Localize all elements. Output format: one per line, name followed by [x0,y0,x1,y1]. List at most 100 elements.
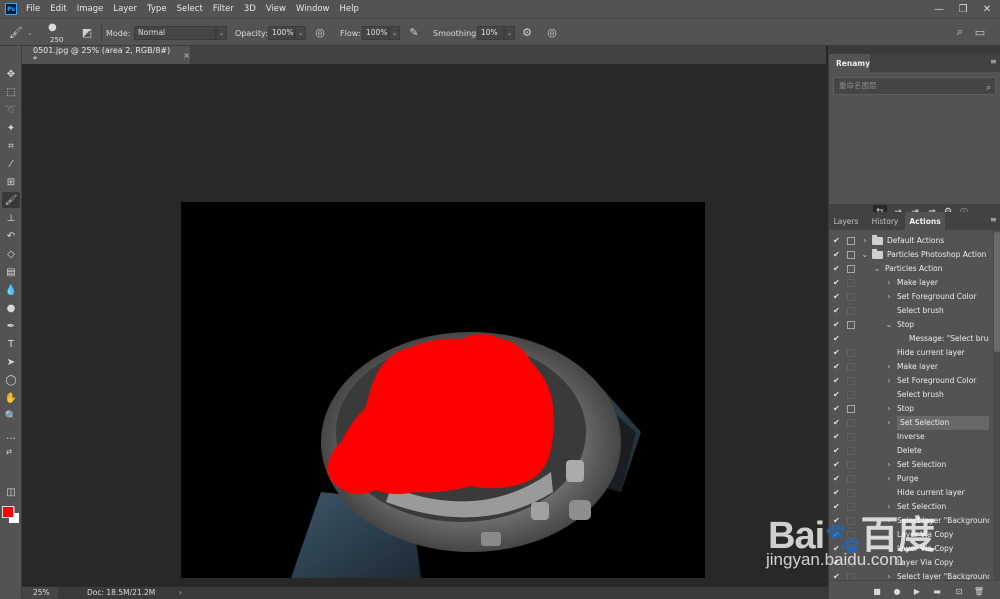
healing-brush-tool-icon[interactable]: ⊞ [2,174,20,190]
brush-tool-icon[interactable]: 🖌 [9,25,23,39]
toggle-item-checkmark-icon[interactable]: ✔ [833,530,841,540]
eraser-tool-icon[interactable]: ◇ [2,246,20,262]
action-row[interactable]: ✔ › Set Selection [829,416,1000,430]
zoom-tool-icon[interactable]: 🔍 [2,408,20,424]
photoshop-logo-icon[interactable]: Ps [5,3,17,15]
toggle-item-checkmark-icon[interactable]: ✔ [833,236,841,246]
toggle-dialog-icon[interactable] [847,433,855,441]
quick-mask-icon[interactable]: ◫ [2,484,20,500]
foreground-color-swatch[interactable] [2,506,14,518]
expand-arrow-icon[interactable]: › [885,515,893,527]
action-row[interactable]: ✔ › Stop [829,402,1000,416]
toggle-dialog-icon[interactable] [847,545,855,553]
toggle-dialog-icon[interactable] [847,363,855,371]
magic-wand-tool-icon[interactable]: ✦ [2,120,20,136]
scrollbar-thumb[interactable] [994,232,1000,352]
minimize-icon[interactable]: — [926,0,952,18]
play-icon[interactable]: ▶ [911,585,923,597]
tab-actions[interactable]: Actions [905,212,945,230]
toggle-dialog-icon[interactable] [847,321,855,329]
workspace-icon[interactable]: ▭ [973,25,987,39]
pressure-opacity-icon[interactable]: ◎ [313,25,327,39]
expand-arrow-icon[interactable]: › [885,403,893,415]
toggle-item-checkmark-icon[interactable]: ✔ [833,502,841,512]
new-action-icon[interactable]: ⊡ [953,585,965,597]
path-selection-tool-icon[interactable]: ➤ [2,354,20,370]
toggle-item-checkmark-icon[interactable]: ✔ [833,264,841,274]
toggle-dialog-icon[interactable] [847,349,855,357]
smoothing-chevron-icon[interactable]: ⌄ [504,26,515,40]
toggle-dialog-icon[interactable] [847,307,855,315]
panel-menu-icon[interactable]: ≡ [990,216,998,225]
new-set-folder-icon[interactable]: ▬ [931,585,943,597]
record-icon[interactable]: ● [891,585,903,597]
toggle-item-checkmark-icon[interactable]: ✔ [833,320,841,330]
search-icon[interactable]: ⌕ [986,80,991,96]
renamy-tab[interactable]: Renamy [829,54,871,72]
toggle-item-checkmark-icon[interactable]: ✔ [833,362,841,372]
restore-icon[interactable]: ❐ [950,0,976,18]
toggle-item-checkmark-icon[interactable]: ✔ [833,306,841,316]
zoom-level-field[interactable]: 25% [22,587,58,599]
flow-chevron-icon[interactable]: ⌄ [389,26,400,40]
action-row[interactable]: ✔ › Set Foreground Color [829,290,1000,304]
action-set-row[interactable]: ✔ ⌄ Particles Photoshop Action [829,248,1000,262]
action-row[interactable]: ✔ Message: "Select brush... [829,332,1000,346]
action-row[interactable]: ✔ Hide current layer [829,346,1000,360]
toggle-item-checkmark-icon[interactable]: ✔ [833,278,841,288]
expand-arrow-icon[interactable]: › [885,417,893,429]
toggle-item-checkmark-icon[interactable]: ✔ [833,390,841,400]
brush-settings-icon[interactable]: ◩ [80,25,94,39]
toggle-dialog-icon[interactable] [847,503,855,511]
action-set-row[interactable]: ✔ › Default Actions [829,234,1000,248]
toggle-item-checkmark-icon[interactable]: ✔ [833,544,841,554]
expand-arrow-icon[interactable]: › [885,361,893,373]
hand-tool-icon[interactable]: ✋ [2,390,20,406]
toggle-item-checkmark-icon[interactable]: ✔ [833,488,841,498]
panel-menu-icon[interactable]: ≡ [990,58,998,67]
toggle-dialog-icon[interactable] [847,475,855,483]
toggle-dialog-icon[interactable] [847,265,855,273]
toggle-item-checkmark-icon[interactable]: ✔ [833,432,841,442]
default-colors-icon[interactable]: ⇄ [0,444,18,460]
toggle-item-checkmark-icon[interactable]: ✔ [833,292,841,302]
tab-history[interactable]: History [865,212,905,230]
close-tab-icon[interactable]: × [183,51,190,60]
brush-preset-chevron-icon[interactable]: ⌄ [27,19,33,47]
menu-view[interactable]: View [266,4,286,14]
actions-scrollbar[interactable] [993,230,1000,580]
action-row[interactable]: ✔ › Set Foreground Color [829,374,1000,388]
toggle-item-checkmark-icon[interactable]: ✔ [833,460,841,470]
expand-arrow-icon[interactable]: › [861,235,869,247]
toggle-dialog-icon[interactable] [847,447,855,455]
toggle-dialog-icon[interactable] [847,531,855,539]
document-canvas[interactable] [181,202,705,578]
action-row[interactable]: ✔ ⌄ Particles Action [829,262,1000,276]
mode-select[interactable]: Normal [134,26,216,40]
history-brush-tool-icon[interactable]: ↶ [2,228,20,244]
close-window-icon[interactable]: ✕ [974,0,1000,18]
menu-select[interactable]: Select [177,4,203,14]
type-tool-icon[interactable]: T [2,336,20,352]
menu-3d[interactable]: 3D [244,4,256,14]
move-tool-icon[interactable]: ✥ [2,66,20,82]
delete-trash-icon[interactable]: 🗑 [973,585,985,597]
airbrush-icon[interactable]: ✎ [407,25,421,39]
menu-file[interactable]: File [26,4,40,14]
toggle-item-checkmark-icon[interactable]: ✔ [833,558,841,568]
menu-help[interactable]: Help [340,4,359,14]
toggle-dialog-icon[interactable] [847,559,855,567]
tab-layers[interactable]: Layers [829,212,863,230]
menu-window[interactable]: Window [296,4,330,14]
more-tools-icon[interactable]: … [2,428,20,444]
renamy-search-input[interactable]: 重命名图层 ⌕ [833,77,996,95]
toggle-dialog-icon[interactable] [847,405,855,413]
menu-type[interactable]: Type [147,4,167,14]
action-row[interactable]: ✔ › Make layer [829,276,1000,290]
action-row[interactable]: ✔ › Set Selection [829,500,1000,514]
action-row[interactable]: ✔ › Set Selection [829,458,1000,472]
gradient-tool-icon[interactable]: ▤ [2,264,20,280]
action-row[interactable]: ✔ Layer Via Copy [829,528,1000,542]
flow-input[interactable]: 100% [362,26,389,40]
blur-tool-icon[interactable]: 💧 [2,282,20,298]
